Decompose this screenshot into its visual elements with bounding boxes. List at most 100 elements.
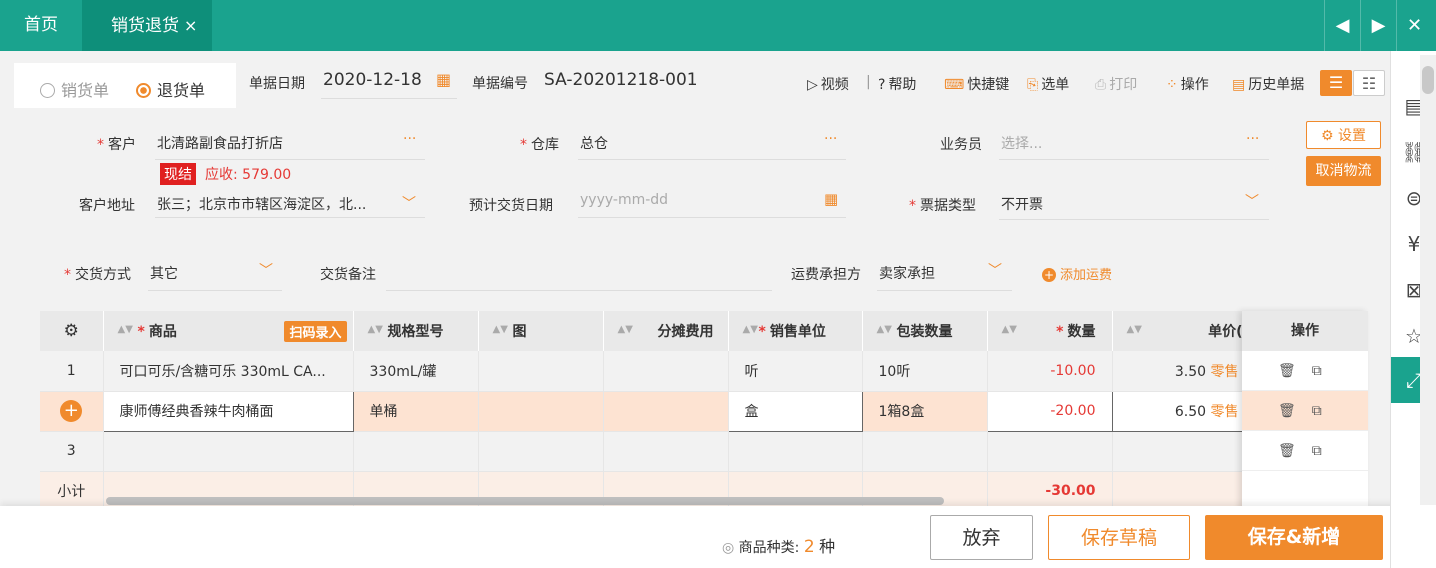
freight-field[interactable]: 卖家承担 [879,263,935,283]
copy-icon[interactable]: ⧉ [1312,443,1322,459]
col-cost[interactable]: ▲▼ 分摊费用 [603,311,729,351]
kinds-value: 2 [803,537,815,557]
next-tab-icon[interactable]: ▶ [1360,0,1396,51]
salesman-underline [999,159,1269,160]
add-row-button[interactable]: + [40,391,104,432]
table-row[interactable]: + 康师傅经典香辣牛肉桶面 单桶 盒 1箱8盒 -20.00 6.50 零售 [40,390,1244,432]
customer-label-text: 客户 [108,137,136,153]
warehouse-underline [578,159,846,160]
delivery-calendar-icon[interactable]: ▦ [824,190,838,208]
cell-qty[interactable]: -10.00 [987,351,1113,392]
cell-product[interactable]: 康师傅经典香辣牛肉桶面 [102,390,354,432]
radio-sales[interactable]: 销货单 [40,77,109,101]
col-image-label: 图 [512,324,527,340]
cell-price[interactable]: 3.50 零售 [1112,351,1244,392]
help-button[interactable]: ? 帮助 [878,74,916,94]
page-vertical-scrollbar[interactable] [1420,55,1436,505]
cell-cost[interactable] [603,351,729,392]
cell-image[interactable] [478,431,604,472]
customer-field[interactable]: 北清路副食品打折店 [157,133,283,153]
cell-pack[interactable]: 1箱8盒 [862,391,988,432]
warehouse-field[interactable]: 总仓 [580,133,608,153]
invoice-field[interactable]: 不开票 [1001,194,1043,214]
add-freight-button[interactable]: + 添加运费 [1042,264,1112,283]
col-pack[interactable]: ▲▼ 包装数量 [862,311,988,351]
detail-view-icon[interactable]: ☷ [1353,70,1385,96]
col-product[interactable]: ▲▼ * 商品 扫码录入 [103,311,354,351]
customer-more-icon[interactable]: ··· [403,131,416,147]
warehouse-more-icon[interactable]: ··· [824,131,837,147]
cell-product[interactable] [103,431,354,472]
scan-entry-button[interactable]: 扫码录入 [284,321,347,342]
trash-icon[interactable]: 🗑 [1278,403,1296,419]
gear-icon: ⚙ [1320,128,1338,144]
table-row[interactable]: 3 [40,431,1244,472]
address-chevron-down-icon[interactable]: ﹀ [402,193,416,213]
cell-pack[interactable] [862,431,988,472]
cell-unit[interactable]: 盒 [727,390,863,432]
col-qty[interactable]: ▲▼ * 数量 [987,311,1113,351]
save-draft-button[interactable]: 保存草稿 [1048,515,1190,560]
cell-product[interactable]: 可口可乐/含糖可乐 330mL CA... [103,351,354,392]
cell-cost[interactable] [603,431,729,472]
col-image[interactable]: ▲▼ 图 [478,311,604,351]
cell-qty[interactable] [987,431,1113,472]
col-price[interactable]: ▲▼ 单价( [1112,311,1244,351]
cell-unit[interactable]: 听 [728,351,863,392]
row-ops: 🗑 ⧉ [1242,351,1368,391]
cell-qty[interactable]: -20.00 [986,390,1113,432]
salesman-field[interactable]: 选择... [1001,133,1042,153]
cell-image[interactable] [478,391,604,432]
cell-price[interactable] [1112,431,1244,472]
warehouse-label: * 仓库 [520,137,559,153]
ops-button[interactable]: ⁘ 操作 [1166,74,1209,94]
col-unit[interactable]: ▲▼ * 销售单位 [728,311,863,351]
page-scroll-thumb[interactable] [1422,66,1434,94]
delivery-date-field[interactable]: yyyy-mm-dd [580,192,668,208]
delivery-note-field[interactable] [386,290,772,291]
close-all-icon[interactable]: ✕ [1396,0,1432,51]
close-tab-icon[interactable]: × [184,16,197,35]
grid-settings-icon[interactable]: ⚙ [40,311,104,351]
video-button[interactable]: ▷ 视频 [807,74,849,94]
cell-price[interactable]: 6.50 零售 [1111,390,1244,432]
history-button[interactable]: ▤ 历史单据 [1232,74,1304,94]
date-field[interactable]: 2020-12-18 [323,70,422,90]
calendar-icon[interactable]: ▦ [436,70,451,89]
prev-tab-icon[interactable]: ◀ [1324,0,1360,51]
trash-icon[interactable]: 🗑 [1278,363,1296,379]
discard-button[interactable]: 放弃 [930,515,1033,560]
save-and-new-button[interactable]: 保存&新增 [1205,515,1383,560]
radio-return[interactable]: 退货单 [136,77,205,101]
settings-button[interactable]: ⚙ 设置 [1306,121,1381,149]
pick-order-button[interactable]: ⎘ 选单 [1027,74,1069,94]
print-button[interactable]: ⎙ 打印 [1095,74,1137,94]
cell-spec[interactable]: 330mL/罐 [353,351,479,392]
delivery-method-underline [148,290,282,291]
cell-unit[interactable] [728,431,863,472]
tab-home[interactable]: 首页 [0,0,82,51]
copy-icon[interactable]: ⧉ [1312,403,1322,419]
freight-chevron-down-icon[interactable]: ﹀ [988,260,1002,280]
delivery-date-underline [578,217,846,218]
print-label: 打印 [1109,77,1138,93]
tab-sales-return[interactable]: 销货退货 × [82,0,212,51]
cell-pack[interactable]: 10听 [862,351,988,392]
cell-cost[interactable] [603,391,729,432]
cell-spec[interactable] [353,431,479,472]
cell-spec[interactable]: 单桶 [353,391,479,432]
copy-icon[interactable]: ⧉ [1312,363,1322,379]
cancel-logistics-button[interactable]: 取消物流 [1306,156,1381,186]
col-spec[interactable]: ▲▼ 规格型号 [353,311,479,351]
invoice-chevron-down-icon[interactable]: ﹀ [1245,191,1259,211]
trash-icon[interactable]: 🗑 [1278,443,1296,459]
address-field[interactable]: 张三；北京市市辖区海淀区，北... [157,194,366,214]
salesman-more-icon[interactable]: ··· [1246,131,1259,147]
delivery-method-field[interactable]: 其它 [150,263,178,283]
list-view-icon[interactable]: ☰ [1320,70,1352,96]
grid-horizontal-scrollbar[interactable] [106,497,944,505]
cell-image[interactable] [478,351,604,392]
table-row[interactable]: 1 可口可乐/含糖可乐 330mL CA... 330mL/罐 听 10听 -1… [40,351,1244,392]
delivery-method-chevron-down-icon[interactable]: ﹀ [259,260,273,280]
shortcut-button[interactable]: ⌨ 快捷键 [944,74,1009,94]
